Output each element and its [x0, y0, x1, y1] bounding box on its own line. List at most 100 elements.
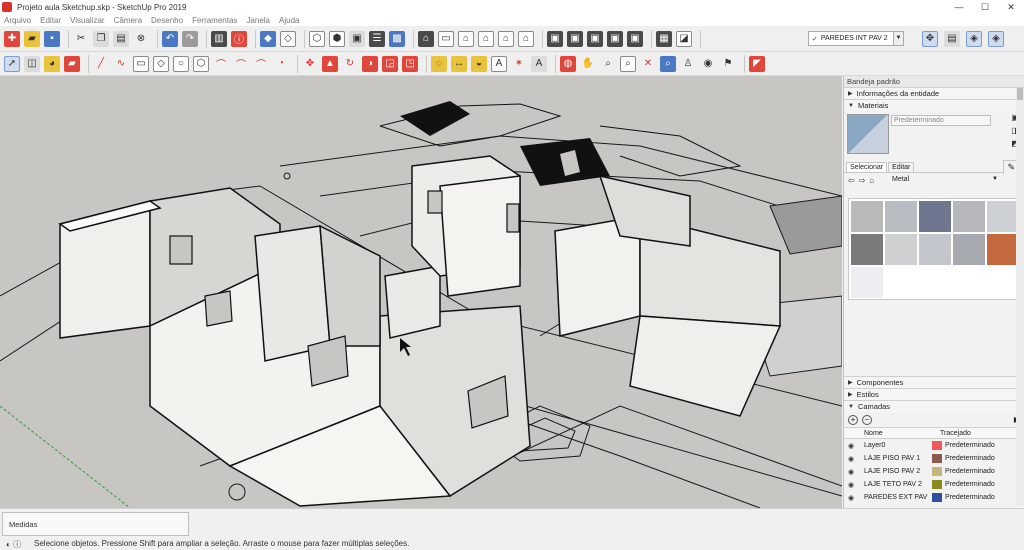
eye-icon[interactable]: ◉: [848, 481, 860, 489]
layer-color[interactable]: [932, 441, 942, 450]
zoom-tool-icon[interactable]: ⌕: [600, 56, 616, 72]
material-name-input[interactable]: Predeterminado: [891, 115, 991, 126]
styles-section[interactable]: ▶ Estilos ✕: [844, 388, 1024, 400]
material-swatch[interactable]: [987, 201, 1019, 232]
position-camera-icon[interactable]: ♙: [680, 56, 696, 72]
material-swatch[interactable]: [851, 234, 883, 265]
line-tool-icon[interactable]: ╱: [93, 56, 109, 72]
tab-editar[interactable]: Editar: [888, 162, 915, 172]
layer-color[interactable]: [932, 480, 942, 489]
active-layer-select[interactable]: ✓ PAREDES INT PAV 2 ▼: [808, 31, 904, 46]
menu-ajuda[interactable]: Ajuda: [279, 16, 299, 25]
material-swatch[interactable]: [987, 234, 1019, 265]
tray-scrollbar[interactable]: [1016, 88, 1024, 506]
shaded-style-icon[interactable]: ▣: [349, 30, 365, 47]
undo-icon[interactable]: ↶: [162, 30, 178, 47]
offset-tool-icon[interactable]: ◳: [402, 55, 418, 72]
warehouse-icon[interactable]: ▦: [656, 30, 672, 47]
menu-ferramentas[interactable]: Ferramentas: [192, 16, 237, 25]
layer-manager-icon[interactable]: ▤: [944, 30, 960, 47]
top-view-icon[interactable]: ▭: [438, 30, 454, 47]
layer-color-icon[interactable]: ◈: [988, 30, 1004, 47]
right-view-icon[interactable]: ⌂: [478, 30, 494, 47]
back-edges-style-icon[interactable]: ◇: [280, 30, 296, 47]
push-pull-icon[interactable]: ▲: [322, 55, 338, 72]
three-point-arc-icon[interactable]: ⌒: [253, 56, 269, 72]
layer-row[interactable]: ◉ LAJE TETO PAV 2 Predeterminado: [844, 478, 1024, 491]
copy-icon[interactable]: ❐: [93, 30, 109, 47]
layer-visibility-icon[interactable]: ◈: [966, 30, 982, 47]
erase-icon[interactable]: ⊗: [133, 31, 149, 47]
model-info-icon[interactable]: ⓘ: [231, 30, 247, 47]
eye-icon[interactable]: ◉: [848, 455, 860, 463]
layer-color[interactable]: [932, 454, 942, 463]
remove-layer-icon[interactable]: −: [862, 414, 872, 425]
chevron-down-icon[interactable]: ▼: [893, 32, 903, 45]
model-viewport[interactable]: [0, 76, 842, 508]
section-display-icon[interactable]: ▣: [607, 30, 623, 47]
3d-text-icon[interactable]: A: [531, 55, 547, 72]
pie-tool-icon[interactable]: ◔: [273, 56, 289, 72]
layer-row[interactable]: ◉ Layer0 Predeterminado: [844, 439, 1024, 452]
eye-icon[interactable]: ◉: [848, 442, 860, 450]
menu-visualizar[interactable]: Visualizar: [70, 16, 105, 25]
info-icon[interactable]: ⓘ: [13, 540, 21, 549]
left-view-icon[interactable]: ⌂: [518, 30, 534, 47]
layers-section[interactable]: ▼ Camadas ✕: [844, 400, 1024, 412]
move-layers-icon[interactable]: ✥: [922, 30, 938, 47]
shaded-textures-style-icon[interactable]: ☰: [369, 30, 385, 47]
xray-style-icon[interactable]: ◆: [260, 30, 276, 47]
orbit-tool-icon[interactable]: ◍: [560, 55, 576, 72]
maximize-button[interactable]: ☐: [972, 0, 998, 14]
zoom-extents-icon[interactable]: ✕: [640, 56, 656, 72]
home-icon[interactable]: ⌂: [869, 176, 874, 185]
new-file-icon[interactable]: ✚: [4, 30, 20, 47]
layer-row[interactable]: ◉ LAJE PISO PAV 1 Predeterminado: [844, 452, 1024, 465]
material-swatch[interactable]: [953, 201, 985, 232]
make-component-icon[interactable]: ◫: [24, 55, 40, 72]
print-icon[interactable]: ▥: [211, 30, 227, 47]
protractor-icon[interactable]: ◒: [471, 55, 487, 72]
layer-color[interactable]: [932, 493, 942, 502]
wireframe-style-icon[interactable]: ⬡: [309, 30, 325, 47]
scale-tool-icon[interactable]: ◲: [382, 55, 398, 72]
look-around-icon[interactable]: ◉: [700, 56, 716, 72]
menu-arquivo[interactable]: Arquivo: [4, 16, 31, 25]
rectangle-tool-icon[interactable]: ▭: [133, 55, 149, 72]
material-collection-select[interactable]: Metal ▼: [892, 174, 998, 185]
text-tool-icon[interactable]: A: [491, 55, 507, 72]
open-folder-icon[interactable]: ▰: [24, 30, 40, 47]
section-cut-icon[interactable]: ▣: [627, 30, 643, 47]
geolocation-icon[interactable]: ◐: [6, 540, 11, 549]
two-point-arc-icon[interactable]: ⌒: [233, 56, 249, 72]
circle-tool-icon[interactable]: ○: [173, 55, 189, 72]
scrollbar-thumb[interactable]: [1017, 88, 1023, 100]
add-layer-icon[interactable]: +: [848, 414, 858, 425]
forward-arrow-icon[interactable]: ⇨: [859, 176, 866, 185]
layer-color[interactable]: [932, 467, 942, 476]
material-swatch[interactable]: [851, 201, 883, 232]
follow-me-icon[interactable]: ◑: [362, 55, 378, 72]
entity-info-section[interactable]: ▶ Informações da entidade ✕: [844, 87, 1024, 99]
layer-row[interactable]: ◉ PAREDES EXT PAV Predeterminado: [844, 491, 1024, 504]
component-icon[interactable]: ▣: [547, 30, 563, 47]
layer-row[interactable]: ◉ LAJE PISO PAV 2 Predeterminado: [844, 465, 1024, 478]
menu-editar[interactable]: Editar: [40, 16, 61, 25]
menu-camera[interactable]: Câmera: [114, 16, 142, 25]
eye-icon[interactable]: ◉: [848, 494, 860, 502]
previous-view-icon[interactable]: ⌕: [660, 55, 676, 72]
redo-icon[interactable]: ↷: [182, 30, 198, 47]
tab-selecionar[interactable]: Selecionar: [846, 162, 888, 172]
eraser-icon[interactable]: ▰: [64, 55, 80, 72]
material-swatch[interactable]: [885, 234, 917, 265]
polygon-tool-icon[interactable]: ⬡: [193, 55, 209, 72]
components-section[interactable]: ▶ Componentes ✕: [844, 376, 1024, 388]
dimension-tool-icon[interactable]: ↔: [451, 55, 467, 72]
rotate-tool-icon[interactable]: ↻: [342, 56, 358, 72]
paste-icon[interactable]: ▤: [113, 30, 129, 47]
back-arrow-icon[interactable]: ⇦: [848, 176, 855, 185]
close-button[interactable]: ✕: [998, 0, 1024, 14]
tape-measure-icon[interactable]: ◌: [431, 55, 447, 72]
column-name[interactable]: Nome: [864, 430, 930, 437]
cut-icon[interactable]: ✂: [73, 31, 89, 47]
